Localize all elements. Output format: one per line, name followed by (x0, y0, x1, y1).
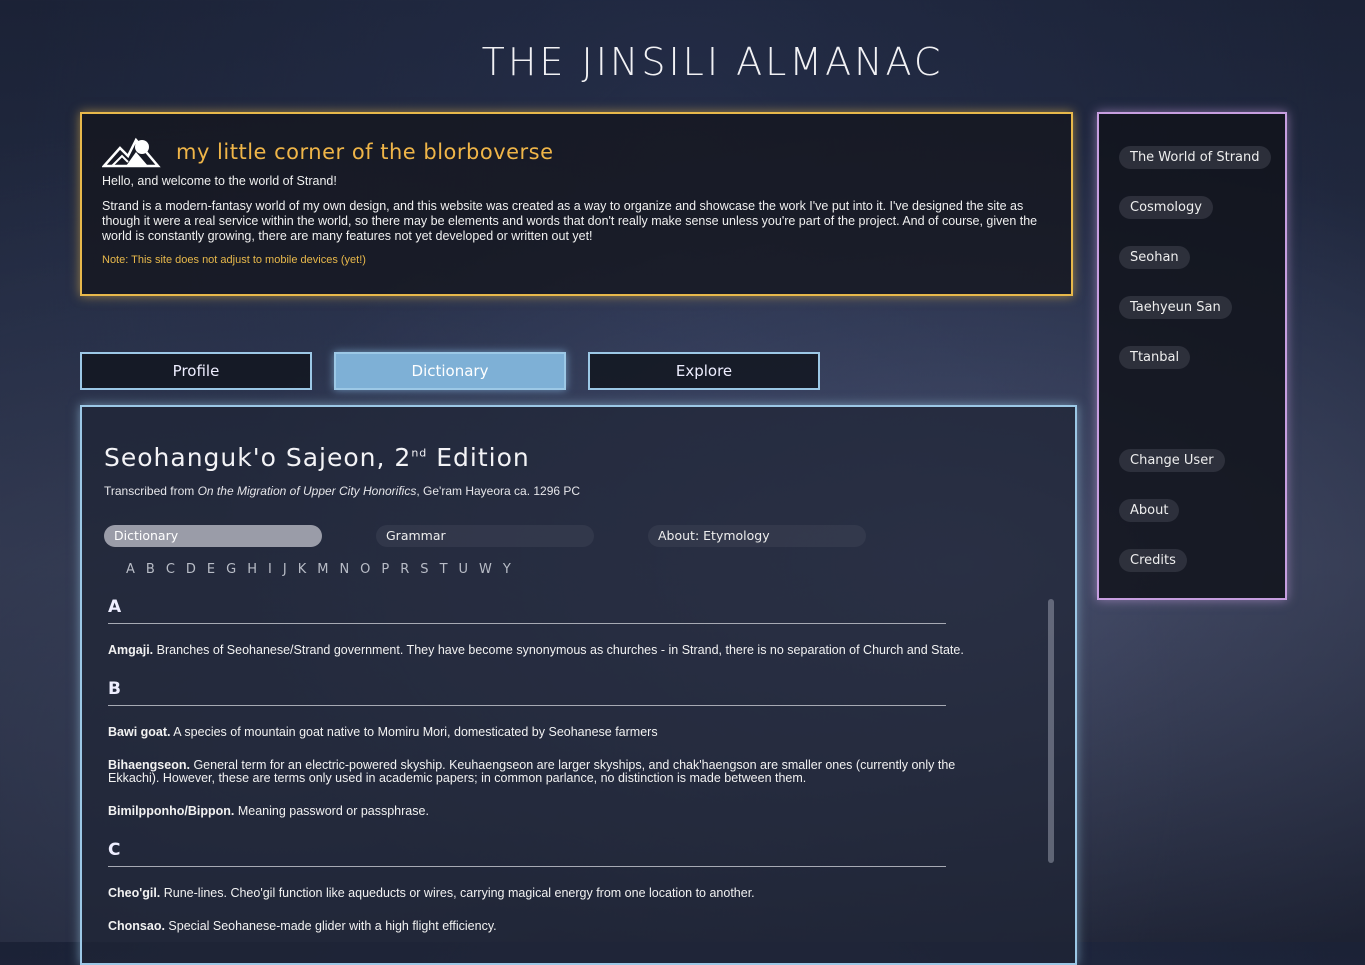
intro-body: Strand is a modern-fantasy world of my o… (102, 199, 1038, 243)
letter-link[interactable]: C (166, 562, 175, 577)
letter-link[interactable]: D (186, 562, 196, 577)
letter-link[interactable]: S (420, 562, 428, 577)
entry-term: Cheo'gil. (108, 886, 161, 900)
intro-panel: my little corner of the blorboverse Hell… (80, 112, 1073, 296)
entry-definition: Meaning password or passphrase. (234, 804, 429, 818)
section-heading: B (108, 679, 946, 706)
letter-link[interactable]: M (317, 562, 328, 577)
letter-link[interactable]: P (381, 562, 389, 577)
letter-link[interactable]: J (283, 562, 287, 577)
dictionary-entry: Amgaji. Branches of Seohanese/Strand gov… (108, 644, 988, 657)
intro-note: Note: This site does not adjust to mobil… (102, 254, 366, 266)
letter-link[interactable]: A (126, 562, 135, 577)
entry-definition: Branches of Seohanese/Strand government.… (153, 643, 964, 657)
entry-term: Bihaengseon. (108, 758, 190, 772)
entries-scrollbar[interactable] (1048, 599, 1054, 863)
letter-link[interactable]: G (226, 562, 236, 577)
letter-link[interactable]: E (207, 562, 215, 577)
subtab-grammar[interactable]: Grammar (376, 525, 594, 547)
entry-definition: Special Seohanese-made glider with a hig… (164, 919, 497, 933)
letter-link[interactable]: O (360, 562, 370, 577)
intro-greeting: Hello, and welcome to the world of Stran… (102, 174, 337, 188)
dictionary-entry: Chonsao. Special Seohanese-made glider w… (108, 920, 988, 933)
entry-definition: Rune-lines. Cheo'gil function like aqued… (160, 886, 755, 900)
letter-link[interactable]: K (298, 562, 307, 577)
nav-item-seohan[interactable]: Seohan (1119, 246, 1190, 269)
section-heading: C (108, 840, 946, 867)
letter-link[interactable]: T (440, 562, 448, 577)
nav-item-world-of-strand[interactable]: The World of Strand (1119, 146, 1271, 169)
side-nav: The World of Strand Cosmology Seohan Tae… (1097, 112, 1287, 600)
entry-term: Bimilpponho/Bippon. (108, 804, 235, 818)
letter-link[interactable]: H (247, 562, 257, 577)
letter-link[interactable]: R (400, 562, 409, 577)
dictionary-title-end: Edition (427, 443, 530, 472)
letter-link[interactable]: I (268, 562, 272, 577)
tab-dictionary[interactable]: Dictionary (334, 352, 566, 390)
tab-profile[interactable]: Profile (80, 352, 312, 390)
source-prefix: Transcribed from (104, 484, 198, 498)
source-suffix: , Ge'ram Hayeora ca. 1296 PC (416, 484, 581, 498)
letter-link[interactable]: W (479, 562, 492, 577)
letter-index: A B C D E G H I J K M N O P R S T U W Y (126, 562, 522, 577)
dictionary-entry: Bihaengseon. General term for an electri… (108, 759, 988, 785)
dictionary-source: Transcribed from On the Migration of Upp… (104, 484, 580, 498)
nav-item-taehyeun-san[interactable]: Taehyeun San (1119, 296, 1232, 319)
nav-item-about[interactable]: About (1119, 499, 1180, 522)
entry-term: Chonsao. (108, 919, 165, 933)
intro-header: my little corner of the blorboverse (102, 136, 1051, 168)
entry-term: Amgaji. (108, 643, 154, 657)
site-title: THE JINSILI ALMANAC (481, 40, 944, 84)
entry-definition: General term for an electric-powered sky… (108, 758, 956, 785)
dictionary-entry: Bawi goat. A species of mountain goat na… (108, 726, 988, 739)
dictionary-title-main: Seohanguk'o Sajeon, 2 (104, 443, 412, 472)
nav-item-credits[interactable]: Credits (1119, 549, 1187, 572)
intro-heading: my little corner of the blorboverse (176, 140, 554, 164)
letter-link[interactable]: N (339, 562, 349, 577)
dictionary-entry: Cheo'gil. Rune-lines. Cheo'gil function … (108, 887, 988, 900)
tab-explore[interactable]: Explore (588, 352, 820, 390)
entry-definition: A species of mountain goat native to Mom… (170, 725, 658, 739)
letter-link[interactable]: B (146, 562, 155, 577)
section-heading: A (108, 597, 946, 624)
dictionary-title-ordinal: nd (411, 446, 428, 460)
entry-term: Bawi goat. (108, 725, 171, 739)
subtab-dictionary[interactable]: Dictionary (104, 525, 322, 547)
dictionary-entries: A Amgaji. Branches of Seohanese/Strand g… (108, 597, 988, 933)
dictionary-title: Seohanguk'o Sajeon, 2nd Edition (104, 443, 530, 472)
letter-link[interactable]: Y (503, 562, 511, 577)
nav-item-cosmology[interactable]: Cosmology (1119, 196, 1213, 219)
mountain-logo-icon (102, 136, 162, 168)
dictionary-entry: Bimilpponho/Bippon. Meaning password or … (108, 805, 988, 818)
dictionary-panel: Seohanguk'o Sajeon, 2nd Edition Transcri… (80, 405, 1077, 965)
subtab-etymology[interactable]: About: Etymology (648, 525, 866, 547)
letter-link[interactable]: U (459, 562, 469, 577)
nav-item-ttanbal[interactable]: Ttanbal (1119, 346, 1191, 369)
source-work: On the Migration of Upper City Honorific… (197, 484, 417, 498)
nav-item-change-user[interactable]: Change User (1119, 449, 1225, 472)
